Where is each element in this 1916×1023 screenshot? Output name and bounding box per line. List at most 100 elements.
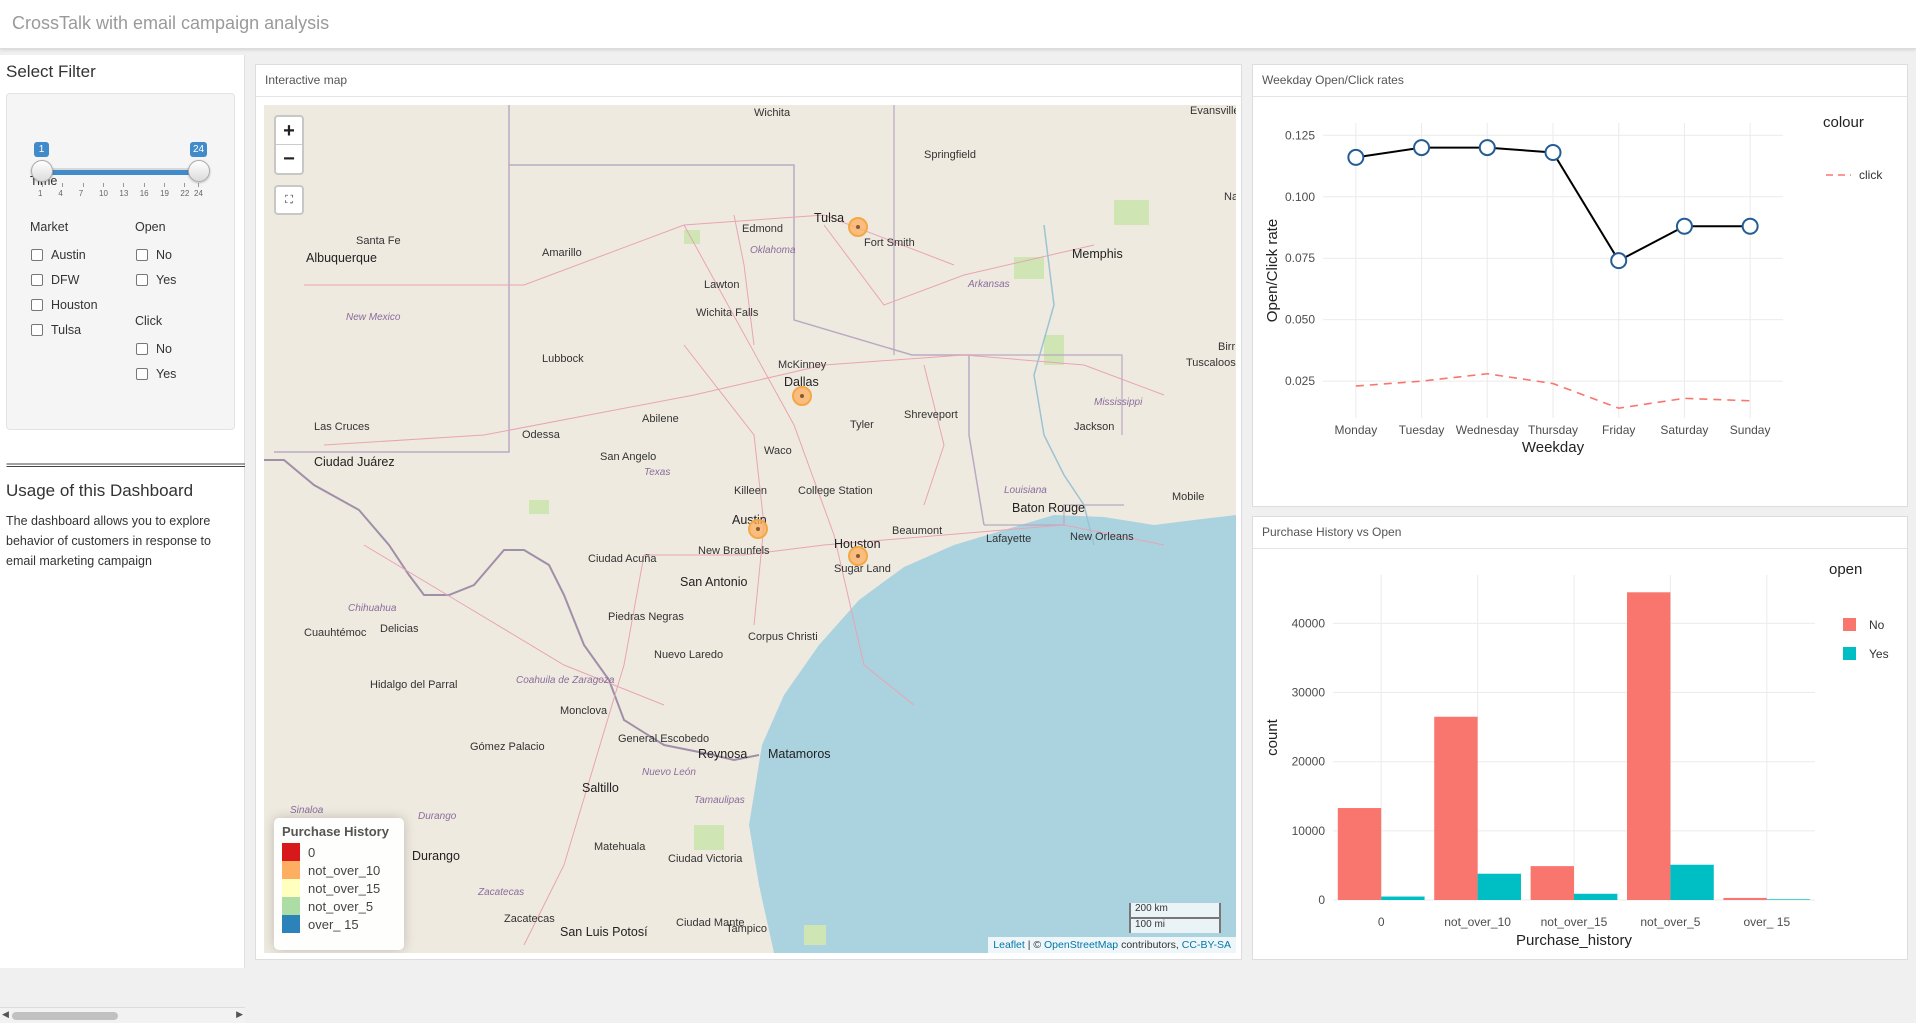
map-label: Tulsa: [814, 211, 845, 225]
scroll-right-icon[interactable]: ▶: [236, 1009, 243, 1020]
y-tick-label: 0.025: [1285, 374, 1315, 388]
scale-mi: 100 mi: [1129, 917, 1221, 933]
open-checkbox-yes[interactable]: Yes: [136, 273, 176, 287]
checkbox[interactable]: [136, 274, 148, 286]
map-marker-dallas[interactable]: [792, 386, 812, 406]
map-card: Interactive map Wichita Evansville Sprin…: [255, 64, 1242, 960]
y-tick-label: 0: [1318, 893, 1325, 907]
scroll-left-icon[interactable]: ◀: [2, 1009, 9, 1020]
purchase-card: Purchase History vs Open 0 10000 20000 3000…: [1252, 516, 1908, 960]
click-checkbox-no[interactable]: No: [136, 342, 172, 356]
legend-label: over_ 15: [308, 916, 359, 932]
x-tick-label: Saturday: [1660, 423, 1708, 437]
time-slider-tick: [103, 183, 105, 187]
map-label: Nuevo León: [642, 767, 696, 778]
legend-swatch: [282, 861, 300, 879]
weekday-line-chart: 0.025 0.050 0.075 0.100 0.125 Monday Tuesday We…: [1264, 114, 1883, 456]
map-label: San Luis Potosí: [560, 925, 648, 939]
checkbox[interactable]: [31, 274, 43, 286]
zoom-out-button[interactable]: −: [276, 145, 302, 173]
map-label: Shreveport: [904, 409, 958, 421]
usage-title: Usage of this Dashboard: [6, 481, 194, 500]
legend-title: colour: [1823, 114, 1864, 131]
checkbox-label: Austin: [51, 248, 86, 262]
bar-no: [1627, 592, 1671, 900]
market-checkbox-dfw[interactable]: DFW: [31, 273, 79, 287]
app-header: CrossTalk with email campaign analysis: [0, 0, 1916, 49]
fullscreen-icon[interactable]: ⛶: [274, 185, 304, 215]
time-slider-high-value: 24: [190, 142, 208, 157]
x-tick-label: Thursday: [1528, 423, 1578, 437]
park-area: [529, 500, 549, 514]
map-label: Edmond: [742, 223, 783, 235]
horizontal-scrollbar[interactable]: ◀ ▶: [0, 1007, 245, 1023]
open-rate-point: [1478, 139, 1496, 157]
legend-swatch: [282, 897, 300, 915]
map-label: Tuscaloosa: [1186, 357, 1236, 369]
map-label: Durango: [418, 811, 457, 822]
open-rate-point: [1413, 139, 1431, 157]
leaflet-link[interactable]: Leaflet: [993, 939, 1025, 951]
zoom-in-button[interactable]: +: [276, 117, 302, 145]
map-marker-tulsa[interactable]: [848, 217, 868, 237]
interactive-map[interactable]: Wichita Evansville Springfield Tulsa Edm…: [264, 105, 1236, 953]
map-label: Fort Smith: [864, 237, 915, 249]
checkbox-label: DFW: [51, 273, 80, 287]
x-tick-label: 0: [1378, 915, 1385, 929]
license-link[interactable]: CC-BY-SA: [1182, 939, 1231, 951]
map-marker-houston[interactable]: [848, 546, 868, 566]
map-label: Baton Rouge: [1012, 501, 1085, 515]
map-label: College Station: [798, 485, 873, 497]
time-slider-tick: [143, 183, 145, 187]
scrollbar-thumb[interactable]: [12, 1012, 118, 1020]
time-slider-tick-label: 13: [119, 189, 129, 198]
time-slider-tick-label: 4: [58, 189, 63, 198]
market-checkbox-austin[interactable]: Austin: [31, 248, 86, 262]
bar-no: [1723, 897, 1767, 900]
open-rate-point: [1741, 217, 1759, 235]
state-border: [274, 435, 510, 453]
time-slider-low-handle[interactable]: [31, 160, 53, 182]
separator-text: ========================================…: [6, 458, 245, 472]
market-label: Market: [30, 220, 69, 234]
map-label: Amarillo: [542, 247, 582, 259]
legend-item: not_over_15: [282, 879, 396, 897]
map-label: Saltillo: [582, 781, 619, 795]
map-label: Abilene: [642, 413, 679, 425]
map-label: Monclova: [560, 705, 608, 717]
open-checkbox-no[interactable]: No: [136, 248, 172, 262]
app-title: CrossTalk with email campaign analysis: [12, 13, 330, 33]
zoom-control: + −: [274, 115, 304, 175]
map-label: Piedras Negras: [608, 611, 684, 623]
click-checkbox-yes[interactable]: Yes: [136, 367, 176, 381]
open-rate-point: [1675, 217, 1693, 235]
filter-heading: Select Filter: [6, 62, 96, 81]
checkbox[interactable]: [136, 368, 148, 380]
checkbox-label: Yes: [156, 273, 177, 287]
checkbox[interactable]: [31, 324, 43, 336]
checkbox-label: Houston: [51, 298, 98, 312]
time-slider-tick-label: 1: [38, 189, 43, 198]
market-checkbox-tulsa[interactable]: Tulsa: [31, 323, 81, 337]
card-divider: [1253, 96, 1907, 97]
map-label: Beaumont: [892, 525, 943, 537]
map-label: Tamaulipas: [694, 795, 745, 806]
map-label: Ciudad Victoria: [668, 853, 743, 865]
time-slider-high-handle[interactable]: [188, 160, 210, 182]
legend-item: not_over_10: [282, 861, 396, 879]
checkbox[interactable]: [136, 249, 148, 261]
map-label: Zacatecas: [504, 913, 555, 925]
bar-yes: [1670, 864, 1714, 900]
map-marker-austin[interactable]: [748, 519, 768, 539]
checkbox[interactable]: [136, 343, 148, 355]
time-slider-range: [42, 170, 198, 175]
checkbox[interactable]: [31, 299, 43, 311]
osm-link[interactable]: OpenStreetMap: [1044, 939, 1118, 951]
map-label: New Braunfels: [698, 545, 770, 557]
checkbox[interactable]: [31, 249, 43, 261]
map-attribution: Leaflet | © OpenStreetMap contributors, …: [988, 937, 1236, 953]
market-checkbox-houston[interactable]: Houston: [31, 298, 98, 312]
map-label: Ciudad Acuña: [588, 553, 657, 565]
legend-label: not_over_10: [308, 862, 381, 878]
bar-yes: [1477, 873, 1521, 900]
